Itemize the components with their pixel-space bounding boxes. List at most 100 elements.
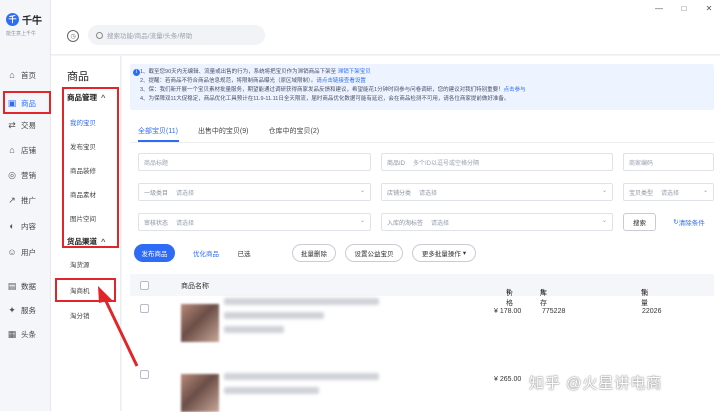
select-all-checkbox[interactable] [140,281,149,290]
code-filter-input[interactable]: 商家编码 [623,153,714,171]
notice-link[interactable]: 点击参与 [504,87,526,93]
logo-mark-icon: 千 [6,13,19,26]
subnav-item-taofenxiao[interactable]: 淘分销 [70,310,90,320]
search-button[interactable]: 搜索 [623,213,656,231]
subnav-item-taohuoyuan[interactable]: 淘货源 [70,259,90,269]
row-checkbox[interactable] [140,370,149,379]
notice-line: 2、提醒：若商品不符合商品信息规范，将限制商品曝光（原区域限制）。请点击链接查看… [140,77,708,86]
top-bar: ◷ 搜索功能/商品/流量/头条/帮助 — □ ✕ [51,0,720,55]
notice-line: 1、截至您90天内无编辑、流量或出售的行为，系统将把宝贝作为滞销商品下架至 滞销… [140,68,708,77]
notice-text: 1、截至您90天内无编辑、流量或出售的行为，系统将把宝贝作为滞销商品下架至 [140,69,338,75]
placeholder: 请选择 [661,190,680,197]
maximize-icon[interactable]: □ [679,4,689,14]
rail-label: 推广 [21,195,36,205]
item-tabs: 全部宝贝(11) 出售中的宝贝(9) 仓库中的宝贝(2) [138,126,319,136]
placeholder: 商家编码 [629,160,654,167]
product-thumbnail [181,374,219,412]
notice-link[interactable]: 滞销下架宝贝 [338,69,371,75]
tab-on-sale[interactable]: 出售中的宝贝(9) [198,126,249,136]
sales-cell: 22026 [642,308,662,315]
more-batch-actions-button[interactable]: 更多批量操作 ▾ [412,244,476,262]
set-public-welfare-button[interactable]: 设置公益宝贝 [345,244,403,262]
service-icon: ✦ [8,304,16,315]
chevron-down-icon: ⌄ [702,188,708,194]
global-search-input[interactable]: 搜索功能/商品/流量/头条/帮助 [88,25,265,45]
chevron-down-icon: ⌄ [359,188,365,194]
notice-text: 4、为保障双11大促稳定，商品优化工具预计在11.9-11.11日全天限流，届时… [140,96,510,102]
price-cell: ¥ 265.00 [494,376,522,383]
item-type-select[interactable]: 宝贝类型 请选择 ⌄ [623,183,714,201]
category-select[interactable]: 一级类目 请选择 ⌄ [138,183,371,201]
product-thumbnail [181,304,219,342]
divider [130,142,714,143]
stock-cell: 775228 [542,308,566,315]
chevron-down-icon: ⌄ [601,188,607,194]
row-checkbox[interactable] [140,304,149,313]
product-title-redacted [224,298,379,305]
rail-item-data[interactable]: ▤ 数据 [0,275,51,297]
rail-label: 店铺 [21,145,36,155]
home-icon: ⌂ [9,70,15,80]
field-label: 店铺分类 [387,190,412,197]
notice-text: 3、保：我们新开展一个宝贝素材批量服务，期望能通过调研获得商家发品反馈和建议，希… [140,87,504,93]
batch-delete-button[interactable]: 批量删除 [292,244,336,262]
content-icon: ◐ [9,221,15,231]
selected-count: 已选 [237,251,251,258]
rail-label: 营销 [21,170,36,180]
rail-item-news[interactable]: ▦ 头条 [0,323,51,345]
highlight-box-taoshangji [55,278,116,302]
table-header: 商品名称 价格 ⇅ 库存 ⇅ 销量 ⇅ [130,274,714,307]
button-label: 更多批量操作 [421,251,461,258]
logo-subtitle: 能生意上千牛 [6,31,37,37]
rail-label: 内容 [21,221,36,231]
notice-line: 3、保：我们新开展一个宝贝素材批量服务，期望能通过调研获得商家发品反馈和建议，希… [140,86,708,95]
close-icon[interactable]: ✕ [704,4,714,14]
chevron-down-icon: ⌄ [359,218,365,224]
rail-item-content[interactable]: ◐ 内容 [0,215,51,237]
main-content: i 1、截至您90天内无编辑、流量或出售的行为，系统将把宝贝作为滞销商品下架至 … [122,56,720,412]
shop-category-select[interactable]: 店铺分类 请选择 ⌄ [381,183,613,201]
main-rail: 千 千牛 能生意上千牛 ⌂ 首页 ▣ 商品 ⇄ 交易 ⌂ 店铺 ◎ 营销 ↗ 推… [0,0,51,411]
placeholder: 多个ID以逗号或空格分隔 [413,160,480,167]
notice-line: 4、为保障双11大促稳定，商品优化工具预计在11.9-11.11日全天限流，届时… [140,95,708,104]
trade-icon: ⇄ [8,119,16,130]
sort-icon: ⇅ [540,289,546,296]
notice-link[interactable]: 请点击链接查看设置 [316,78,366,84]
optimize-product-button[interactable]: 优化商品 [188,244,224,262]
highlight-box-product [3,91,51,114]
header-name: 商品名称 [181,283,209,290]
product-title-redacted [224,373,379,380]
rail-item-store[interactable]: ⌂ 店铺 [0,139,51,161]
publish-product-button[interactable]: 发布商品 [134,244,175,262]
user-icon: ☺ [7,247,17,257]
stock-tag-select[interactable]: 入库的淘标签 请选择 ⌄ [381,213,613,231]
audit-status-select[interactable]: 审核状态 请选择 ⌄ [138,213,371,231]
secondary-nav: 商品 商品管理 ^ 我的宝贝 发布宝贝 商品装修 商品素材 图片空间 货品渠道 ^ … [51,56,121,411]
highlight-box-product-management [62,87,119,248]
placeholder: 商品标题 [144,160,169,167]
data-icon: ▤ [7,280,17,291]
rail-item-trade[interactable]: ⇄ 交易 [0,114,51,136]
rail-item-home[interactable]: ⌂ 首页 [0,64,51,86]
logo-text: 千牛 [22,16,42,27]
clear-conditions-button[interactable]: ↻ 清除条件 [662,213,716,231]
id-filter-input[interactable]: 商品ID 多个ID以逗号或空格分隔 [381,153,613,171]
news-icon: ▦ [7,328,17,339]
product-meta-redacted [224,312,324,319]
subnav-title: 商品 [67,71,89,83]
rail-item-service[interactable]: ✦ 服务 [0,299,51,321]
placeholder: 请选择 [431,220,450,227]
info-icon: i [133,69,140,76]
rail-item-user[interactable]: ☺ 用户 [0,241,51,263]
rail-label: 交易 [21,120,36,130]
chevron-down-icon: ⌄ [601,218,607,224]
rail-item-promote[interactable]: ↗ 推广 [0,189,51,211]
title-filter-input[interactable]: 商品标题 [138,153,371,171]
marketing-icon: ◎ [8,169,16,180]
history-icon[interactable]: ◷ [67,30,79,42]
tab-in-warehouse[interactable]: 仓库中的宝贝(2) [269,126,320,136]
search-icon [96,31,103,39]
tab-all-items[interactable]: 全部宝贝(11) [138,126,178,136]
rail-item-marketing[interactable]: ◎ 营销 [0,164,51,186]
minimize-icon[interactable]: — [654,4,664,14]
